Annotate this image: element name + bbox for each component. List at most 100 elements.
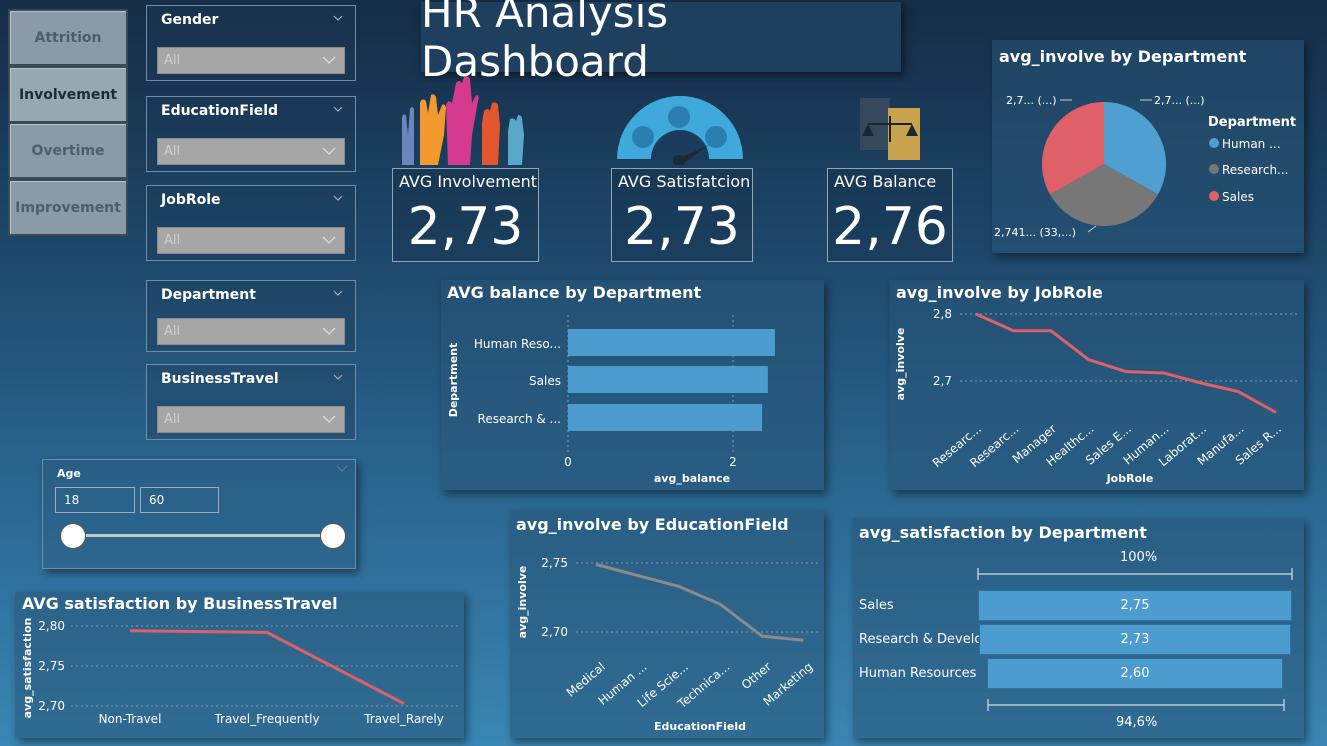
chevron-down-icon	[322, 415, 336, 423]
jobrole-xlabels: Researc...Researc...ManagerHealthc...Sal…	[930, 422, 1284, 471]
edu-line	[595, 562, 804, 642]
edu-ylabel: avg_involve	[516, 566, 529, 639]
edu-xlabel: EducationField	[654, 720, 746, 733]
pie-legend-marker-sales	[1209, 191, 1219, 201]
department-dropdown-value: All	[164, 324, 181, 339]
kpi-avg-satisfaction-value: 2,73	[624, 197, 740, 257]
travel-line	[129, 629, 405, 705]
kpi-avg-satisfaction-label: AVG Satisfatcion	[618, 172, 751, 191]
slicer-department-title: Department	[161, 287, 256, 303]
age-min-input[interactable]: 18	[55, 487, 135, 513]
businesstravel-dropdown[interactable]: All	[157, 406, 345, 433]
pie-legend-marker-research	[1209, 164, 1219, 174]
chevron-down-icon[interactable]	[336, 465, 348, 473]
satdept-bar-2[interactable]: 2,60	[986, 658, 1284, 689]
pie-legend-human: Human ...	[1222, 137, 1281, 151]
chevron-down-icon[interactable]	[333, 193, 343, 203]
age-slider-min-handle[interactable]	[60, 523, 86, 549]
chevron-down-icon	[322, 236, 336, 244]
satdept-top-bracket	[977, 568, 1293, 580]
age-max-input[interactable]: 60	[140, 487, 219, 513]
edu-chart: 2,75 2,70 avg_involve MedicalHuman ...Li…	[516, 556, 820, 733]
travel-ytick-1: 2,75	[38, 659, 65, 673]
department-dropdown[interactable]: All	[157, 318, 345, 345]
satdept-bar-0[interactable]: 2,75	[978, 590, 1292, 621]
kpi-avg-involvement-value: 2,73	[407, 197, 524, 257]
balance-cat-1: Sales	[529, 374, 561, 388]
nav-attrition-button[interactable]: Attrition	[8, 9, 128, 66]
nav-improvement-button[interactable]: Improvement	[8, 179, 128, 236]
jobrole-ytick-1: 2,7	[933, 374, 952, 388]
jobrole-dropdown[interactable]: All	[157, 227, 345, 254]
slicer-gender: Gender All	[146, 5, 356, 81]
chevron-down-icon	[322, 327, 336, 335]
balance-bar-2[interactable]	[568, 404, 763, 431]
jobrole-ytick-0: 2,8	[933, 307, 952, 321]
gender-dropdown[interactable]: All	[157, 47, 345, 74]
satdept-bottom-pct: 94,6%	[1116, 715, 1158, 730]
pie-legend-title: Department	[1208, 115, 1296, 130]
travel-ylabel: avg_satisfaction	[21, 618, 34, 719]
slicer-educationfield-title: EducationField	[161, 103, 279, 119]
age-slicer	[42, 459, 356, 569]
page-title: HR Analysis Dashboard	[421, 0, 901, 86]
travel-ytick-2: 2,70	[38, 699, 65, 713]
kpi-avg-balance-value: 2,76	[832, 197, 948, 257]
edu-xlabels: MedicalHuman ...Life Scie...Technica... O…	[564, 660, 816, 712]
chevron-down-icon	[322, 56, 336, 64]
slicer-businesstravel: BusinessTravel All	[146, 364, 356, 440]
slicer-gender-title: Gender	[161, 12, 219, 28]
travel-xtick-1: Travel_Frequently	[213, 712, 319, 726]
educationfield-dropdown-value: All	[164, 144, 181, 159]
jobrole-xlabel: JobRole	[1106, 472, 1154, 485]
pie-slices	[1042, 102, 1166, 226]
satdept-top-pct: 100%	[1120, 550, 1158, 565]
jobrole-dropdown-value: All	[164, 233, 181, 248]
balance-cat-0: Human Reso...	[474, 337, 561, 351]
pie-legend-sales: Sales	[1222, 190, 1254, 204]
chevron-down-icon[interactable]	[333, 372, 343, 382]
kpi-avg-involvement-label: AVG Involvement	[399, 172, 538, 191]
pie-label-research: 2,741... (33,...)	[994, 226, 1076, 239]
pie-legend-research: Research...	[1222, 163, 1289, 177]
educationfield-dropdown[interactable]: All	[157, 138, 345, 165]
nav-involvement-button[interactable]: Involvement	[8, 66, 128, 123]
satdept-chart-title: avg_satisfaction by Department	[859, 523, 1147, 542]
slicer-businesstravel-title: BusinessTravel	[161, 371, 279, 387]
balance-tick-0: 0	[564, 455, 572, 469]
nav-overtime-button[interactable]: Overtime	[8, 122, 128, 179]
age-slider-max-handle[interactable]	[320, 523, 346, 549]
gender-dropdown-value: All	[164, 53, 181, 68]
chevron-down-icon[interactable]	[333, 288, 343, 298]
balance-xlabel: avg_balance	[654, 472, 730, 485]
balance-cat-2: Research & ...	[478, 412, 561, 426]
jobrole-line	[975, 312, 1277, 414]
balance-chart: Human Reso... Sales Research & ... 0 2 a…	[447, 315, 775, 485]
travel-chart: 2,80 2,75 2,70 avg_satisfaction Non-Trav…	[21, 618, 460, 726]
pie-legend-marker-human	[1209, 138, 1219, 148]
satdept-bar-1[interactable]: 2,73	[979, 624, 1291, 655]
pie-label-sales: 2,7... (...)	[1006, 94, 1057, 107]
balance-ylabel: Department	[447, 343, 460, 418]
chevron-down-icon[interactable]	[333, 104, 343, 114]
age-slicer-title: Age	[57, 467, 81, 480]
satisfaction-gauge-icon	[617, 96, 743, 165]
slicer-jobrole-title: JobRole	[161, 192, 221, 208]
kpi-avg-satisfaction: AVG Satisfatcion 2,73	[611, 168, 753, 262]
balance-scale-icon	[860, 98, 920, 160]
slicer-educationfield: EducationField All	[146, 96, 356, 172]
balance-bar-1[interactable]	[568, 366, 768, 393]
satdept-bottom-bracket	[987, 699, 1285, 711]
edu-xtick-4: Other	[739, 660, 774, 693]
edu-ytick-0: 2,75	[541, 556, 568, 570]
balance-bar-0[interactable]	[568, 329, 775, 356]
travel-xtick-2: Travel_Rarely	[363, 712, 444, 726]
kpi-avg-balance: AVG Balance 2,76	[827, 168, 953, 262]
slicer-department: Department All	[146, 280, 356, 352]
travel-xtick-0: Non-Travel	[99, 712, 162, 726]
age-max-value: 60	[149, 493, 165, 507]
age-slider-track[interactable]	[72, 534, 332, 537]
edu-ytick-1: 2,70	[541, 625, 568, 639]
chevron-down-icon[interactable]	[333, 13, 343, 23]
pie-label-human: 2,7... (...)	[1154, 94, 1205, 107]
